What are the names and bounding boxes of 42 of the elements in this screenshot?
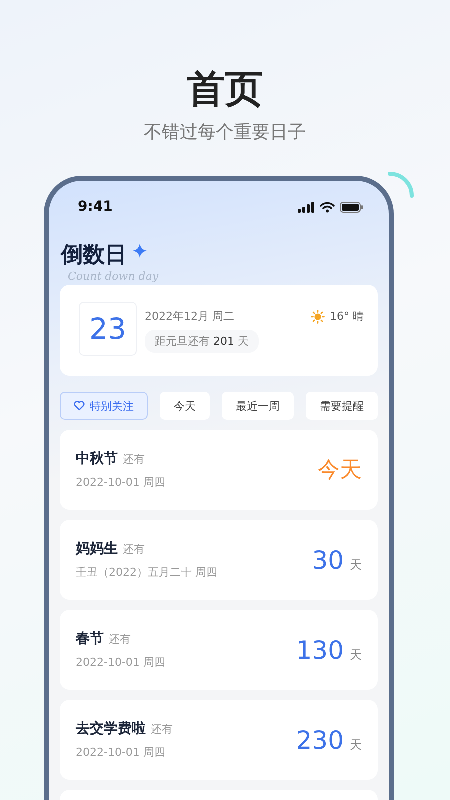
days-unit: 天 [350,556,362,574]
weather-text: 16° 晴 [330,309,364,324]
today-label: 今天 [318,457,362,485]
event-card[interactable]: 春节 还有 2022-10-01 周四 130 天 [60,610,378,690]
filter-tab[interactable]: 需要提醒 [306,392,378,420]
heart-icon [74,401,85,411]
day-number: 23 [79,302,137,356]
event-card[interactable]: 妈妈生 还有 壬丑（2022）五月二十 周四 30 天 [60,520,378,600]
filter-tab[interactable]: 最近一周 [222,392,294,420]
event-suffix: 还有 [109,632,131,647]
days-unit: 天 [350,646,362,664]
days-count: 30 [312,546,344,574]
filter-tab[interactable]: 今天 [160,392,210,420]
event-name: 去交学费啦 [76,720,146,738]
app-title: 倒数日 [61,243,127,269]
event-date: 2022-10-01 周四 [76,655,166,670]
event-suffix: 还有 [151,722,173,737]
sun-icon [311,310,325,324]
days-count: 130 [296,636,344,664]
battery-icon [340,202,364,212]
event-name: 中秋节 [76,450,118,468]
event-date: 2022-10-01 周四 [76,745,166,760]
month-text: 2022年12月 周二 [145,309,236,324]
days-unit: 天 [350,736,362,754]
status-time: 9:41 [78,199,113,215]
event-date: 壬丑（2022）五月二十 周四 [76,565,218,580]
event-suffix: 还有 [123,542,145,557]
event-date: 2022-10-01 周四 [76,475,166,490]
arc-decoration [386,170,416,200]
event-suffix: 还有 [123,452,145,467]
signal-icon [298,202,315,212]
wifi-icon [320,202,335,212]
event-card[interactable]: 去交学费啦 还有 2022-10-01 周四 230 天 [60,700,378,780]
countdown-pill: 距元旦还有 201 天 [145,330,259,353]
filter-tab[interactable]: 特别关注 [60,392,148,420]
days-count: 230 [296,726,344,754]
page-headline: 首页 [187,66,263,112]
event-name: 春节 [76,630,104,648]
page-subtitle: 不错过每个重要日子 [144,121,306,144]
event-name: 妈妈生 [76,540,118,558]
event-card[interactable]: 中秋节 还有 2022-10-01 周四 今天 [60,430,378,510]
sparkle-icon [133,244,147,258]
